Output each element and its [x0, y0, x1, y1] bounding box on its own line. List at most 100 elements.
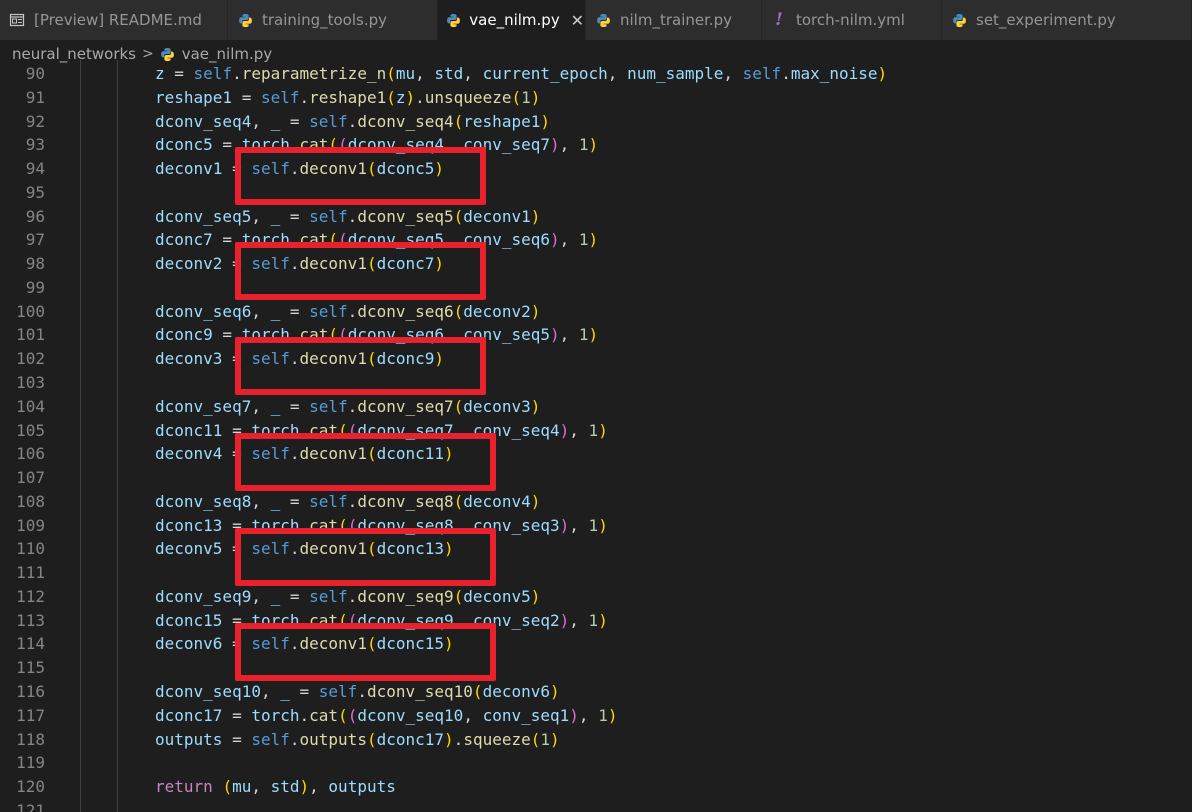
code-token: ( — [366, 729, 377, 749]
code-line[interactable]: 98 deconv2 = self.deconv1(dconc7) — [0, 252, 1192, 276]
line-number: 107 — [16, 468, 45, 488]
code-line[interactable]: 92 dconv_seq4, _ = self.dconv_seq4(reshap… — [0, 110, 1192, 134]
code-token: squeeze — [463, 729, 531, 749]
code-line[interactable]: 118 outputs = self.outputs(dconc17).squee… — [0, 728, 1192, 752]
line-number: 91 — [25, 87, 45, 107]
code-line[interactable]: 119 — [0, 751, 1192, 775]
tab-label: vae_nilm.py — [469, 11, 560, 29]
code-line[interactable]: 95 — [0, 181, 1192, 205]
code-token: dconv_seq8 — [357, 491, 454, 511]
code-token: dconv_seq5 — [347, 230, 445, 250]
tab-torch-nilm-yml[interactable]: ! torch-nilm.yml — [762, 0, 942, 40]
code-line[interactable]: 115 — [0, 656, 1192, 680]
code-line[interactable]: 117 dconc17 = torch.cat((dconv_seq10, con… — [0, 704, 1192, 728]
code-token: dconc5 — [376, 159, 435, 179]
code-token: deconv4 — [463, 491, 531, 511]
code-editor[interactable]: 90 z = self.reparametrize_n(mu, std, curr… — [0, 60, 1192, 812]
code-token: = — [280, 396, 310, 416]
line-number: 108 — [16, 491, 45, 511]
code-token: self — [309, 586, 348, 606]
code-token: cat — [309, 705, 339, 725]
code-line[interactable]: 90 z = self.reparametrize_n(mu, std, curr… — [0, 62, 1192, 86]
code-token: = — [222, 420, 252, 440]
line-number: 111 — [16, 563, 45, 583]
code-token: torch — [241, 230, 290, 250]
code-token: self — [309, 301, 348, 321]
python-icon — [950, 11, 968, 29]
code-token: cat — [309, 515, 339, 535]
code-token: ) — [530, 586, 541, 606]
code-line[interactable]: 121 — [0, 799, 1192, 812]
code-token: self — [251, 634, 290, 654]
code-text: dconv_seq5, _ = self.dconv_seq5(deconv1) — [155, 205, 540, 229]
code-token: = — [164, 64, 194, 83]
code-line[interactable]: 104 dconv_seq7, _ = self.dconv_seq7(decon… — [0, 395, 1192, 419]
code-line[interactable]: 93 dconc5 = torch.cat((dconv_seq4, conv_s… — [0, 133, 1192, 157]
code-token: self — [251, 349, 290, 369]
code-line[interactable]: 91 reshape1 = self.reshape1(z).unsqueeze(… — [0, 86, 1192, 110]
code-line[interactable]: 94 deconv1 = self.deconv1(dconc5) — [0, 157, 1192, 181]
code-line[interactable]: 105 dconc11 = torch.cat((dconv_seq7, conv… — [0, 419, 1192, 443]
tab-vae-nilm-py[interactable]: vae_nilm.py ✕ — [438, 0, 586, 40]
line-number: 97 — [25, 230, 45, 250]
code-line[interactable]: 111 — [0, 561, 1192, 585]
code-token: self — [318, 682, 358, 702]
code-line[interactable]: 109 dconc13 = torch.cat((dconv_seq8, conv… — [0, 514, 1192, 538]
code-token: deconv1 — [155, 159, 223, 179]
code-line[interactable]: 97 dconc7 = torch.cat((dconv_seq5, conv_s… — [0, 228, 1192, 252]
tab-label: torch-nilm.yml — [796, 11, 905, 29]
code-token: ) — [550, 325, 560, 345]
code-token: , — [559, 325, 579, 345]
code-line[interactable]: 113 dconc15 = torch.cat((dconv_seq9, conv… — [0, 609, 1192, 633]
code-line[interactable]: 96 dconv_seq5, _ = self.dconv_seq5(deconv… — [0, 205, 1192, 229]
code-token: = — [212, 325, 242, 345]
code-line[interactable]: 106 deconv4 = self.deconv1(dconc11) — [0, 442, 1192, 466]
line-number: 105 — [16, 420, 45, 440]
code-text: reshape1 = self.reshape1(z).unsqueeze(1) — [155, 86, 540, 110]
code-line[interactable]: 112 dconv_seq9, _ = self.dconv_seq9(decon… — [0, 585, 1192, 609]
line-number: 120 — [16, 777, 45, 797]
code-token: dconv_seq9 — [357, 586, 454, 606]
code-token: dconv_seq8 — [155, 491, 252, 511]
editor-tab-bar: [Preview] README.md training_tools.py vae_… — [0, 0, 1192, 40]
code-token: cat — [309, 420, 339, 440]
code-line[interactable]: 114 deconv6 = self.deconv1(dconc15) — [0, 632, 1192, 656]
code-token: num_sample — [627, 64, 724, 83]
code-token: self — [251, 444, 290, 464]
code-line[interactable]: 102 deconv3 = self.deconv1(dconc9) — [0, 347, 1192, 371]
code-token: ) — [530, 87, 541, 107]
code-line[interactable]: 110 deconv5 = self.deconv1(dconc13) — [0, 537, 1192, 561]
tab-training-tools-py[interactable]: training_tools.py — [228, 0, 438, 40]
tab-preview-readme-md[interactable]: [Preview] README.md — [0, 0, 228, 40]
code-token: ( — [472, 682, 483, 702]
code-line[interactable]: 107 — [0, 466, 1192, 490]
code-token: , — [415, 64, 435, 83]
code-line[interactable]: 103 — [0, 371, 1192, 395]
line-number: 117 — [16, 705, 45, 725]
code-line[interactable]: 99 — [0, 276, 1192, 300]
code-token: dconv_seq6 — [347, 325, 445, 345]
code-token: cat — [299, 135, 329, 155]
code-token: cat — [299, 325, 329, 345]
code-token: . — [289, 230, 300, 250]
code-text: dconc13 = torch.cat((dconv_seq8, conv_se… — [155, 514, 608, 538]
tab-nilm-trainer-py[interactable]: nilm_trainer.py — [586, 0, 762, 40]
code-line[interactable]: 108 dconv_seq8, _ = self.dconv_seq8(decon… — [0, 490, 1192, 514]
code-token: = — [222, 729, 252, 749]
code-line[interactable]: 100 dconv_seq6, _ = self.dconv_seq6(decon… — [0, 300, 1192, 324]
code-token: ) — [444, 444, 454, 464]
code-text: dconc15 = torch.cat((dconv_seq9, conv_se… — [155, 609, 608, 633]
code-token: _ — [270, 491, 281, 511]
code-token: = — [280, 206, 310, 226]
code-token: deconv1 — [299, 539, 367, 559]
code-token: cat — [299, 230, 329, 250]
line-number: 102 — [16, 349, 45, 369]
code-token: ) — [444, 539, 454, 559]
code-token: ) — [559, 610, 570, 630]
code-line[interactable]: 101 dconc9 = torch.cat((dconv_seq6, conv_… — [0, 323, 1192, 347]
close-icon[interactable]: ✕ — [570, 11, 585, 30]
code-line[interactable]: 120 return (mu, std), outputs — [0, 775, 1192, 799]
code-line[interactable]: 116 dconv_seq10, _ = self.dconv_seq10(dec… — [0, 680, 1192, 704]
code-text: deconv4 = self.deconv1(dconc11) — [155, 442, 454, 466]
tab-set-experiment-py[interactable]: set_experiment.py — [942, 0, 1192, 40]
